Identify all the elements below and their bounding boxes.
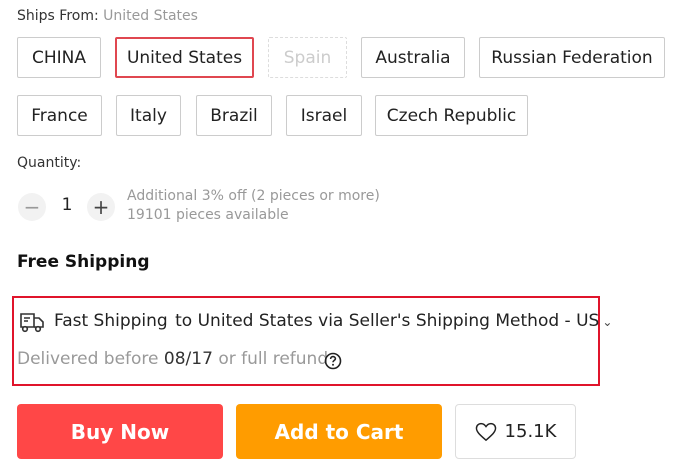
shipping-method-text: to United States via Seller's Shipping M… — [175, 311, 600, 331]
ship-option-label: Australia — [375, 47, 451, 68]
delivered-suffix: or full refund — [218, 349, 329, 369]
ship-option-australia[interactable]: Australia — [361, 37, 465, 78]
fast-shipping-label: Fast Shipping — [54, 311, 168, 331]
ship-option-label: Czech Republic — [386, 105, 517, 126]
ship-option-czech-republic[interactable]: Czech Republic — [375, 95, 528, 136]
wishlist-count: 15.1K — [504, 421, 557, 442]
heart-icon — [475, 422, 496, 441]
quantity-increase-button[interactable]: + — [87, 193, 115, 221]
ship-option-china[interactable]: CHINA — [17, 37, 101, 78]
ship-option-spain: Spain — [268, 37, 347, 78]
ship-option-label: Israel — [300, 105, 348, 126]
ship-option-label: France — [31, 105, 88, 126]
quantity-decrease-button[interactable]: − — [18, 193, 46, 221]
ship-option-label: Russian Federation — [491, 47, 653, 68]
ships-from-label: Ships From: United States — [17, 8, 198, 24]
ship-option-label: Italy — [130, 105, 167, 126]
ship-option-france[interactable]: France — [17, 95, 102, 136]
ship-option-brazil[interactable]: Brazil — [196, 95, 272, 136]
quantity-note: Additional 3% off (2 pieces or more) 191… — [127, 187, 380, 225]
wishlist-button[interactable]: 15.1K — [455, 404, 576, 459]
delivered-date: 08/17 — [163, 349, 213, 369]
truck-icon — [20, 313, 44, 333]
add-to-cart-button[interactable]: Add to Cart — [236, 404, 442, 459]
ship-option-italy[interactable]: Italy — [116, 95, 181, 136]
free-shipping-label: Free Shipping — [17, 252, 150, 272]
ship-option-united-states[interactable]: United States — [115, 37, 254, 78]
delivery-estimate: Delivered before 08/17 or full refund — [17, 349, 328, 369]
quantity-value[interactable]: 1 — [60, 195, 74, 215]
quantity-label: Quantity: — [17, 155, 82, 171]
ship-option-russian-federation[interactable]: Russian Federation — [479, 37, 665, 78]
shipping-method-selector[interactable]: Fast Shipping to United States via Selle… — [54, 311, 612, 331]
chevron-down-icon: ⌄ — [602, 315, 613, 329]
pieces-available: 19101 pieces available — [127, 207, 289, 223]
ship-option-label: United States — [126, 47, 243, 68]
delivered-prefix: Delivered before — [17, 349, 159, 369]
ship-option-label: Spain — [283, 47, 332, 68]
ships-from-title: Ships From: — [17, 8, 99, 24]
ship-option-israel[interactable]: Israel — [286, 95, 362, 136]
ships-from-selected: United States — [103, 8, 198, 24]
buy-now-button[interactable]: Buy Now — [17, 404, 223, 459]
shipping-highlight-box — [12, 296, 600, 386]
ship-option-label: Brazil — [210, 105, 258, 126]
discount-note: Additional 3% off (2 pieces or more) — [127, 188, 380, 204]
help-circle-icon[interactable] — [324, 352, 342, 370]
ship-option-label: CHINA — [31, 47, 86, 68]
